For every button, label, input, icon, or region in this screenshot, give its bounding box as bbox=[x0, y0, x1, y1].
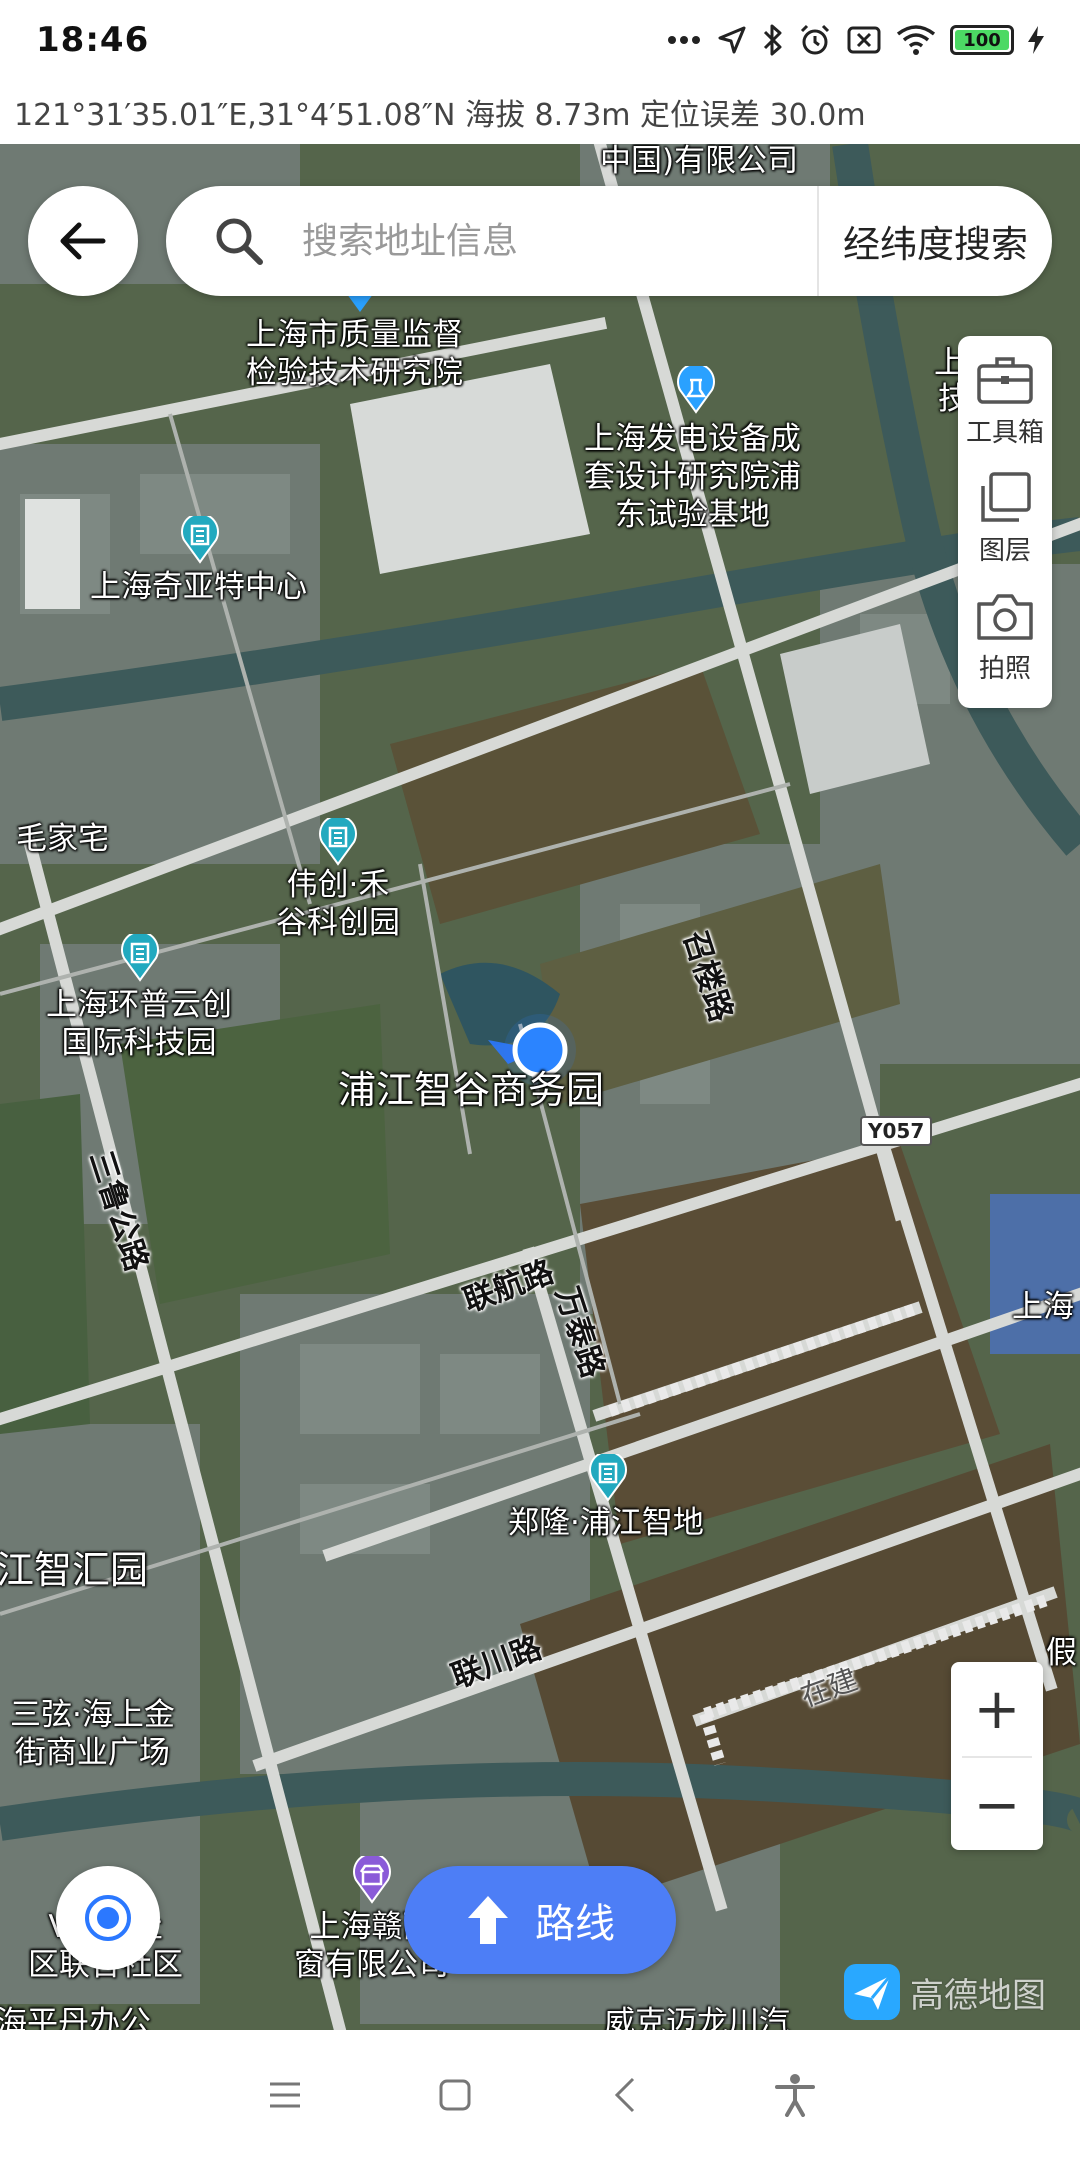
menu-icon bbox=[270, 2082, 300, 2108]
poi-label-main: 浦江智谷商务园 bbox=[338, 1068, 605, 1112]
poi-label: 上海市质量监督 检验技术研究院 bbox=[246, 317, 463, 391]
poi-pin-icon[interactable] bbox=[120, 934, 160, 982]
camera-label: 拍照 bbox=[978, 654, 1031, 684]
amap-logo-icon bbox=[844, 1964, 900, 2020]
poi-label: 威克迈龙川汽 bbox=[604, 2005, 790, 2030]
home-nav-button[interactable] bbox=[425, 2065, 485, 2125]
search-icon bbox=[216, 218, 263, 265]
poi-label: 郑隆·浦江智地 bbox=[508, 1505, 704, 1541]
route-arrow-icon bbox=[468, 1896, 508, 1944]
locate-icon bbox=[85, 1895, 131, 1941]
camera-button[interactable]: 拍照 bbox=[958, 588, 1052, 706]
battery-percent: 100 bbox=[963, 29, 1001, 51]
status-bar: 18:46 100 bbox=[0, 0, 1080, 80]
back-nav-button[interactable] bbox=[595, 2065, 655, 2125]
poi-pin-icon[interactable] bbox=[318, 818, 358, 866]
toolbox-button[interactable]: 工具箱 bbox=[958, 352, 1052, 470]
accessibility-icon bbox=[775, 2074, 815, 2117]
wifi-icon bbox=[896, 25, 936, 55]
poi-label: 伟创·禾 谷科创园 bbox=[276, 867, 400, 941]
poi-label: 毛家宅 bbox=[16, 821, 109, 857]
status-time: 18:46 bbox=[36, 20, 150, 60]
zoom-out-button[interactable]: − bbox=[951, 1758, 1043, 1852]
amap-logo-text: 高德地图 bbox=[910, 1975, 1046, 2016]
locate-me-button[interactable] bbox=[56, 1866, 160, 1970]
alarm-icon bbox=[800, 24, 830, 55]
location-arrow-icon bbox=[718, 26, 746, 54]
tool-panel: 工具箱 图层 拍照 bbox=[958, 336, 1052, 708]
poi-pin-icon[interactable] bbox=[352, 1856, 392, 1904]
road-number-tag: Y057 bbox=[860, 1116, 933, 1146]
poi-label: 上海环普云创 国际科技园 bbox=[46, 987, 232, 1061]
route-label: 路线 bbox=[535, 1901, 615, 1947]
layers-button[interactable]: 图层 bbox=[958, 470, 1052, 588]
sim-off-icon bbox=[847, 26, 881, 54]
poi-label: 假 bbox=[1046, 1635, 1077, 1671]
zoom-controls: + − bbox=[951, 1662, 1043, 1850]
poi-pin-icon[interactable] bbox=[180, 516, 220, 564]
poi-label: 海平丹办公 bbox=[0, 2005, 151, 2030]
more-dots-icon bbox=[668, 36, 700, 44]
zoom-in-button[interactable]: + bbox=[951, 1662, 1043, 1756]
poi-label: 上海发电设备成 套设计研究院浦 东试验基地 bbox=[584, 421, 801, 533]
back-chevron-icon bbox=[614, 2077, 635, 2113]
coordinate-readout: 121°31′35.01″E,31°4′51.08″N 海拔 8.73m 定位误… bbox=[0, 80, 1080, 144]
system-nav-bar bbox=[0, 2030, 1080, 2160]
search-input[interactable] bbox=[302, 220, 817, 262]
battery-icon: 100 bbox=[950, 25, 1014, 55]
latlng-search-button[interactable]: 经纬度搜索 bbox=[817, 186, 1052, 296]
status-icons: 100 bbox=[666, 23, 1044, 57]
home-square-icon bbox=[439, 2079, 471, 2111]
accessibility-nav-button[interactable] bbox=[765, 2065, 825, 2125]
poi-label: 上海 bbox=[1012, 1289, 1074, 1325]
poi-pin-icon[interactable] bbox=[588, 1454, 628, 1502]
poi-label: 中国)有限公司 bbox=[600, 144, 799, 179]
charging-bolt-icon bbox=[1028, 26, 1044, 54]
camera-icon bbox=[977, 594, 1033, 640]
poi-label: 三弦·海上金 街商业广场 bbox=[10, 1697, 175, 1771]
poi-pin-icon[interactable] bbox=[676, 366, 716, 414]
layers-icon bbox=[981, 472, 1031, 522]
layers-label: 图层 bbox=[978, 536, 1031, 566]
toolbox-label: 工具箱 bbox=[965, 418, 1044, 448]
toolbox-icon bbox=[977, 357, 1033, 404]
route-button[interactable]: 路线 bbox=[404, 1866, 676, 1974]
back-arrow-icon bbox=[60, 222, 106, 260]
menu-nav-button[interactable] bbox=[255, 2065, 315, 2125]
satellite-map[interactable]: 中国)有限公司 上海市质量监督 检验技术研究院 上海发电设备成 套设计研究院浦 … bbox=[0, 144, 1080, 2030]
poi-label: 上海奇亚特中心 bbox=[90, 569, 307, 605]
amap-logo: 高德地图 bbox=[842, 1962, 1046, 2022]
search-bar[interactable]: 经纬度搜索 bbox=[166, 186, 1052, 296]
back-button[interactable] bbox=[28, 186, 138, 296]
bluetooth-icon bbox=[763, 24, 782, 56]
poi-label: 江智汇园 bbox=[0, 1548, 149, 1592]
